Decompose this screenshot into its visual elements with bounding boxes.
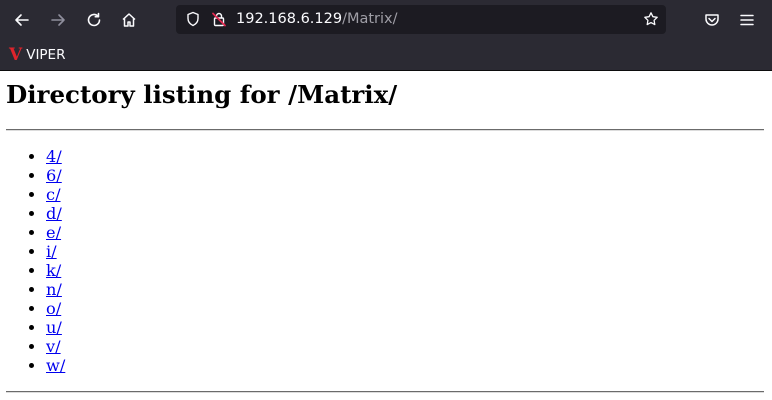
list-item: w/	[46, 356, 764, 375]
reload-icon	[87, 12, 101, 27]
list-item: n/	[46, 280, 764, 299]
list-item: i/	[46, 242, 764, 261]
directory-link[interactable]: n/	[46, 280, 62, 299]
insecure-lock-icon[interactable]	[210, 10, 228, 28]
list-item: o/	[46, 299, 764, 318]
directory-link[interactable]: k/	[46, 261, 61, 280]
list-item: e/	[46, 223, 764, 242]
home-button[interactable]	[115, 6, 143, 34]
directory-link[interactable]: i/	[46, 242, 57, 261]
viper-logo-icon: V	[9, 45, 23, 65]
directory-link[interactable]: v/	[46, 337, 61, 356]
directory-link[interactable]: u/	[46, 318, 62, 337]
pocket-button[interactable]	[698, 6, 726, 34]
list-item: u/	[46, 318, 764, 337]
bookmark-star-icon[interactable]	[642, 10, 660, 28]
forward-button[interactable]	[44, 6, 72, 34]
directory-link[interactable]: d/	[46, 204, 62, 223]
back-button[interactable]	[8, 6, 36, 34]
directory-link[interactable]: c/	[46, 185, 61, 204]
bookmarks-toolbar: V VIPER	[0, 40, 772, 71]
directory-link[interactable]: o/	[46, 299, 61, 318]
address-bar[interactable]: 192.168.6.129/Matrix/	[176, 5, 666, 34]
back-arrow-icon	[15, 14, 29, 26]
page-title: Directory listing for /Matrix/	[6, 80, 398, 109]
forward-arrow-icon	[51, 14, 65, 26]
page-content: Directory listing for /Matrix/ 4/6/c/d/e…	[0, 80, 772, 393]
list-item: 6/	[46, 166, 764, 185]
directory-link[interactable]: e/	[46, 223, 61, 242]
directory-link[interactable]: w/	[46, 356, 65, 375]
home-icon	[122, 13, 136, 27]
top-divider	[6, 129, 764, 131]
list-item: 4/	[46, 147, 764, 166]
pocket-icon	[705, 14, 719, 26]
shield-icon[interactable]	[184, 10, 202, 28]
directory-link[interactable]: 4/	[46, 147, 62, 166]
list-item: d/	[46, 204, 764, 223]
directory-list: 4/6/c/d/e/i/k/n/o/u/v/w/	[8, 147, 764, 375]
bottom-divider	[6, 391, 764, 393]
url-host: 192.168.6.129	[236, 11, 343, 27]
browser-toolbar: 192.168.6.129/Matrix/	[0, 0, 772, 40]
hamburger-menu-icon	[740, 14, 754, 26]
directory-link[interactable]: 6/	[46, 166, 62, 185]
url-text[interactable]: 192.168.6.129/Matrix/	[236, 5, 398, 34]
bookmark-label: VIPER	[26, 47, 66, 63]
menu-button[interactable]	[733, 6, 761, 34]
list-item: c/	[46, 185, 764, 204]
bookmark-viper[interactable]: V VIPER	[9, 45, 65, 65]
list-item: v/	[46, 337, 764, 356]
url-path: /Matrix/	[342, 11, 398, 27]
reload-button[interactable]	[80, 6, 108, 34]
list-item: k/	[46, 261, 764, 280]
